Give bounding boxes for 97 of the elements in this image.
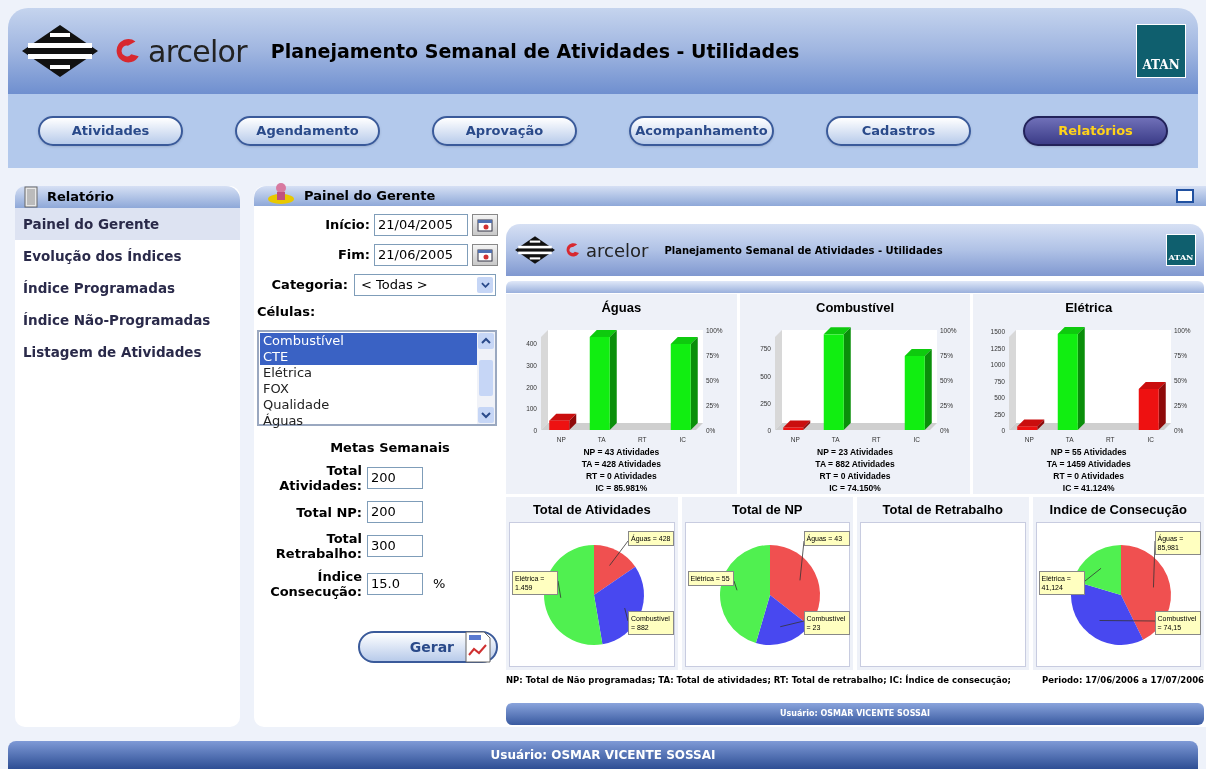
report-document-icon <box>464 631 492 663</box>
cells-listbox[interactable]: Combustível CTE Elétrica FOX Qualidade Águas <box>257 329 497 426</box>
scrollbar[interactable] <box>477 331 495 424</box>
sidebar-item[interactable]: Listagem de Atividades <box>15 336 240 368</box>
bar-depth-drawing <box>1138 381 1166 430</box>
generate-button[interactable]: Gerar <box>358 631 498 663</box>
cst-logo <box>514 235 556 265</box>
leader-line <box>1084 567 1101 582</box>
leader-line <box>1098 620 1155 622</box>
atan-logo: ATAN <box>1136 24 1186 78</box>
category-select[interactable]: < Todas > <box>354 274 496 296</box>
list-option[interactable]: Elétrica <box>260 364 477 381</box>
legend-text: NP: Total de Não programadas; TA: Total de atividades; RT: Total de retrabalho; IC: Índice de consecução; <box>506 674 1011 687</box>
date-field[interactable]: 21/06/2005 <box>374 244 468 266</box>
scroll-thumb[interactable] <box>479 359 493 396</box>
field-label: Índice Consecução: <box>269 569 362 599</box>
sidebar-title: Relatório <box>47 188 114 207</box>
unit-label: % <box>433 575 446 594</box>
app-title: Planejamento Semanal de Atividades - Utilidades <box>270 38 800 64</box>
footer-user-text: Usuário: OSMAR VICENTE SOSSAI <box>490 747 716 764</box>
list-option[interactable]: Águas <box>260 412 477 429</box>
calendar-button[interactable] <box>472 244 498 266</box>
chart-summary-line: IC = 41.124% <box>1062 481 1115 494</box>
chart-summary-line: TA = 1459 Atividades <box>1046 457 1131 470</box>
period-text: Periodo: 17/06/2006 a 17/07/2006 <box>1042 674 1204 687</box>
input-field[interactable]: 15.0 <box>367 573 423 595</box>
person-icon <box>266 182 296 204</box>
field-label: Total NP: <box>295 504 362 520</box>
leader-line <box>624 607 629 622</box>
door-icon <box>23 186 39 208</box>
bar-depth-drawing <box>1016 418 1044 430</box>
select-value: < Todas > <box>361 276 428 295</box>
scroll-up-icon[interactable] <box>478 332 494 349</box>
chart-summary-line: RT = 0 Atividades <box>1053 469 1125 482</box>
nav-tab[interactable]: Agendamento <box>235 116 380 146</box>
nav-tab[interactable]: Acompanhamento <box>629 116 774 146</box>
chart-summary-line: NP = 43 Atividades <box>583 445 660 458</box>
sidebar-item[interactable]: Índice Programadas <box>15 272 240 304</box>
bar <box>549 420 570 430</box>
chart-summary-line: TA = 428 Atividades <box>581 457 661 470</box>
leader-line <box>557 580 562 599</box>
chart-title: Águas <box>601 299 642 317</box>
field-label: Total Retrabalho: <box>274 531 362 561</box>
atan-logo: ATAN <box>1166 234 1196 266</box>
leader-line <box>799 540 804 581</box>
chart-title: Elétrica <box>1065 299 1113 317</box>
chart-title: Indice de Consecução <box>1049 500 1187 519</box>
calendar-icon <box>477 248 493 262</box>
nav-tab[interactable]: Cadastros <box>826 116 971 146</box>
chart-summary-line: RT = 0 Atividades <box>819 469 891 482</box>
chart-title: Total de Retrabalho <box>882 500 1003 519</box>
input-field[interactable]: 200 <box>367 501 423 523</box>
panel-title: Painel do Gerente <box>304 187 436 206</box>
report-title: Planejamento Semanal de Atividades - Utilidades <box>664 243 943 258</box>
chart-title: Total de Atividades <box>532 500 651 519</box>
section-title: Metas Semanais <box>330 438 450 457</box>
list-option[interactable]: Combustível <box>260 332 477 349</box>
report-brand: arcelor <box>586 238 649 263</box>
nav-tab[interactable]: Atividades <box>38 116 183 146</box>
bar <box>783 427 804 430</box>
report-user-text: Usuário: OSMAR VICENTE SOSSAI <box>780 707 930 720</box>
chart-summary-line: NP = 23 Atividades <box>817 445 893 458</box>
leader-line <box>609 540 629 566</box>
date-field[interactable]: 21/04/2005 <box>374 214 468 236</box>
sidebar-item[interactable]: Painel do Gerente <box>15 208 240 240</box>
chart-summary-line: NP = 55 Atividades <box>1050 445 1127 458</box>
bar-depth-drawing <box>549 413 577 430</box>
list-option[interactable]: FOX <box>260 380 477 397</box>
chart-summary-line: RT = 0 Atividades <box>585 469 657 482</box>
chart-title: Total de NP <box>731 500 803 519</box>
leader-line <box>779 620 804 628</box>
swirl-logo-icon <box>564 241 582 259</box>
chart-summary-line: IC = 85.981% <box>595 481 648 494</box>
chart-summary-line: TA = 882 Atividades <box>815 457 895 470</box>
input-field[interactable]: 300 <box>367 535 423 557</box>
bar-depth-drawing <box>783 420 811 430</box>
leader-line <box>733 580 737 591</box>
chart-summary-line: IC = 74.150% <box>829 481 881 494</box>
window-icon[interactable] <box>1176 189 1194 203</box>
list-option[interactable]: Qualidade <box>260 396 477 413</box>
field-label: Fim: <box>337 246 370 265</box>
input-field[interactable]: 200 <box>367 467 423 489</box>
sidebar-item[interactable]: Evolução dos Índices <box>15 240 240 272</box>
calendar-button[interactable] <box>472 214 498 236</box>
leader-line <box>1152 540 1155 588</box>
field-label: Categoria: <box>271 276 348 295</box>
chart-title: Combustível <box>816 299 894 317</box>
nav-tab[interactable]: Aprovação <box>432 116 577 146</box>
field-label: Células: <box>257 303 317 321</box>
nav-tab[interactable]: Relatórios <box>1023 116 1168 146</box>
brand-name: arcelor <box>148 32 247 71</box>
sidebar-item[interactable]: Índice Não-Programadas <box>15 304 240 336</box>
scroll-down-icon[interactable] <box>478 406 494 423</box>
field-label: Total Atividades: <box>278 463 362 493</box>
bar <box>1016 425 1037 430</box>
field-label: Início: <box>325 216 370 235</box>
calendar-icon <box>477 218 493 232</box>
